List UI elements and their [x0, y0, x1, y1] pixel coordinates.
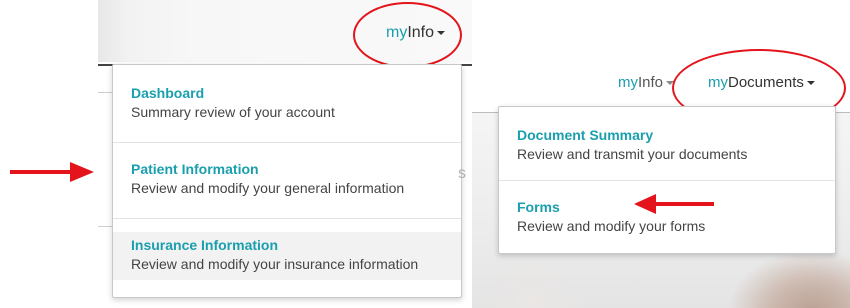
left-background-line — [98, 92, 112, 93]
menu-item-description: Review and modify your insurance informa… — [131, 256, 419, 272]
menu-item-description: Summary review of your account — [131, 104, 335, 120]
myinfo-menu-button[interactable]: myInfo — [386, 24, 446, 42]
menu-item-patient-information[interactable]: Patient Information Review and modify yo… — [113, 161, 461, 196]
menu-item-description: Review and transmit your documents — [517, 146, 748, 162]
nav-label-text: Info — [407, 24, 435, 41]
menu-item-description: Review and modify your forms — [517, 218, 706, 234]
red-arrow-left-icon — [634, 194, 714, 214]
caret-down-icon — [666, 81, 675, 86]
menu-item-title: Patient Information — [131, 161, 259, 177]
mydocuments-menu-button[interactable]: myDocuments — [708, 74, 815, 91]
nav-accent-text: my — [386, 24, 408, 41]
myinfo-dropdown-menu: Dashboard Summary review of your account… — [112, 64, 462, 298]
myinfo-menu-button[interactable]: myInfo — [618, 74, 675, 91]
menu-item-insurance-information[interactable]: Insurance Information Review and modify … — [113, 232, 461, 280]
left-background-line — [98, 226, 112, 227]
nav-label-text: Documents — [728, 74, 804, 91]
nav-label-text: Info — [638, 74, 664, 91]
background-text-fragment: s — [458, 165, 466, 182]
menu-divider — [499, 180, 835, 181]
menu-item-title: Insurance Information — [131, 237, 279, 253]
menu-item-description: Review and modify your general informati… — [131, 180, 405, 196]
mydocuments-dropdown-menu: Document Summary Review and transmit you… — [498, 106, 836, 254]
menu-item-document-summary[interactable]: Document Summary Review and transmit you… — [499, 127, 835, 162]
caret-down-icon — [806, 81, 815, 86]
nav-accent-text: my — [618, 74, 638, 91]
red-arrow-right-icon — [10, 162, 94, 182]
menu-divider — [113, 218, 461, 219]
menu-item-title: Dashboard — [131, 85, 205, 101]
menu-item-title: Document Summary — [517, 127, 654, 143]
nav-accent-text: my — [708, 74, 728, 91]
caret-down-icon — [437, 30, 446, 35]
menu-divider — [113, 142, 461, 143]
menu-item-dashboard[interactable]: Dashboard Summary review of your account — [113, 85, 461, 120]
